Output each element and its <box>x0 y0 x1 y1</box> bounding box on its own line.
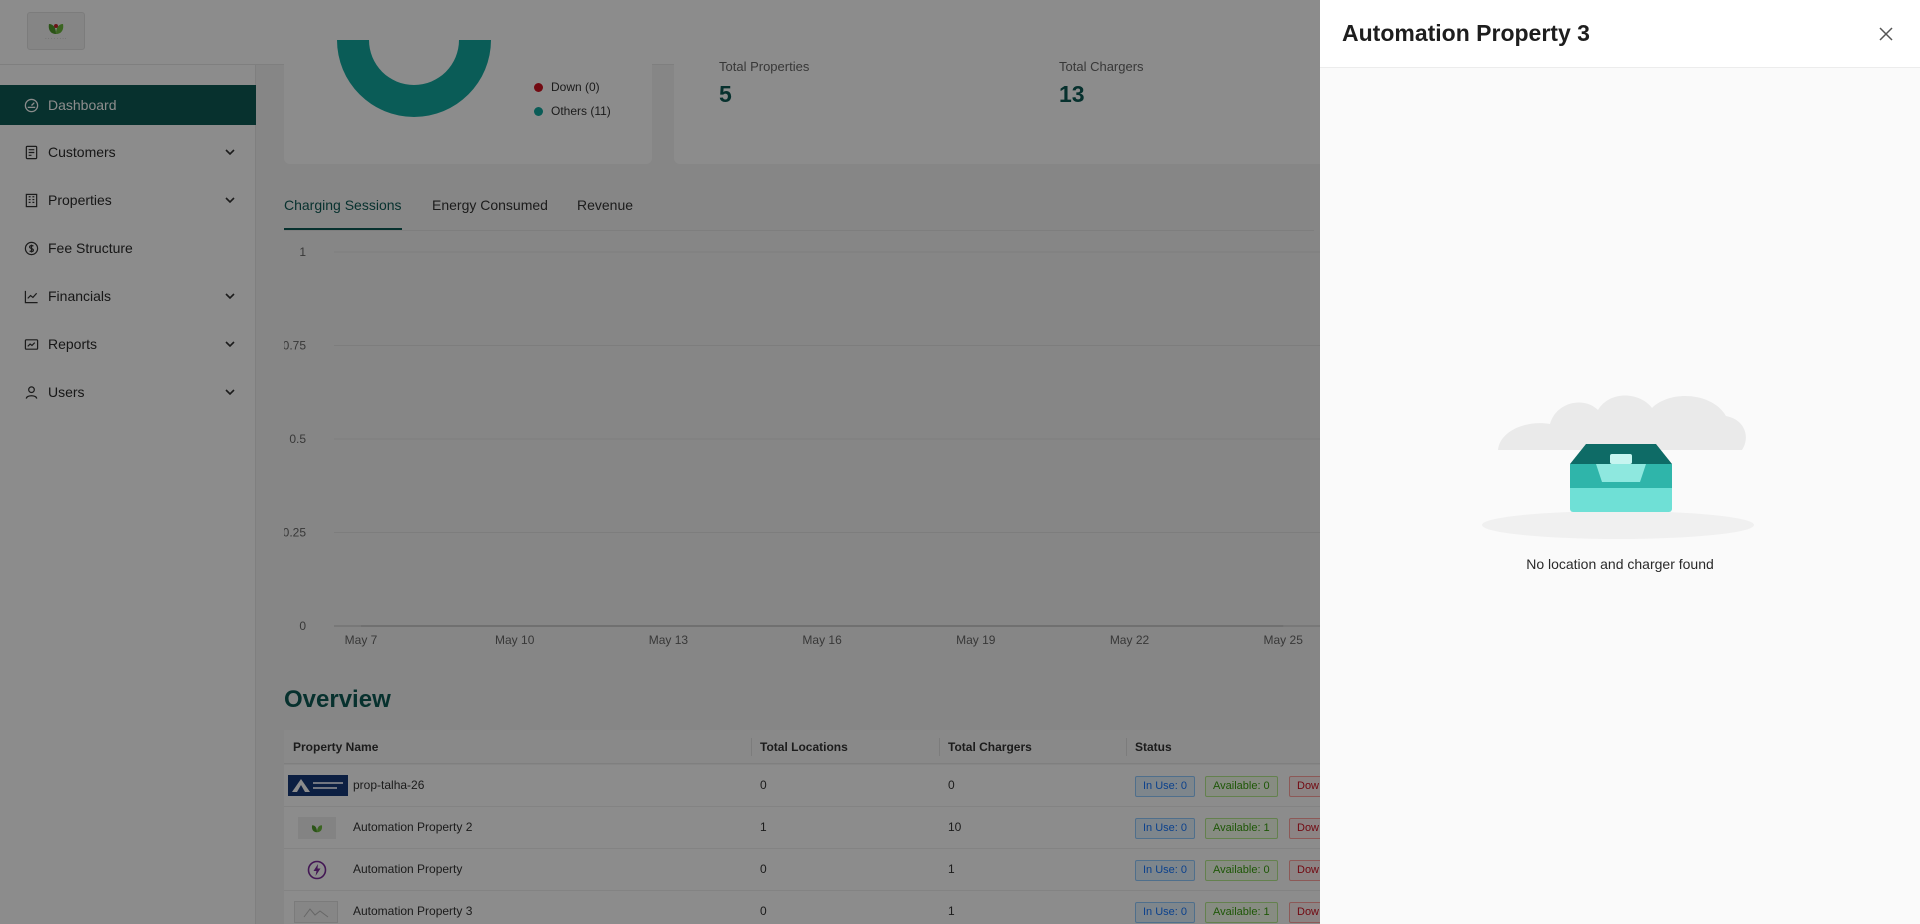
property-detail-drawer: Automation Property 3 No location and ch… <box>1320 0 1920 924</box>
drawer-header: Automation Property 3 <box>1320 0 1920 68</box>
close-icon[interactable] <box>1876 24 1896 44</box>
empty-state-illustration <box>1482 395 1754 539</box>
empty-state-text: No location and charger found <box>1526 556 1714 572</box>
drawer-title: Automation Property 3 <box>1342 20 1590 46</box>
